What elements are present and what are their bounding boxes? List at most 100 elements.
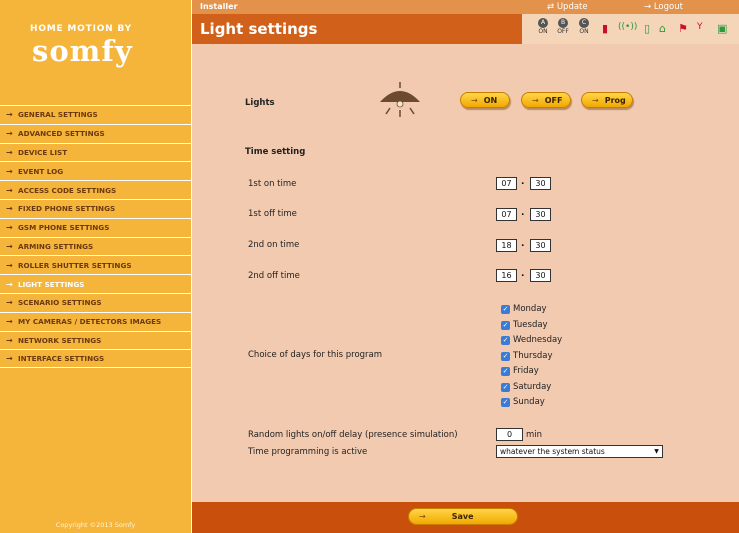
save-button[interactable]: → Save: [408, 508, 518, 525]
day-sunday-checkbox[interactable]: ✓ Sunday: [501, 397, 545, 407]
zone-a-status: A ON: [534, 18, 552, 35]
sidebar-item-label: INTERFACE SETTINGS: [18, 354, 105, 364]
chevron-down-icon: ▼: [654, 448, 659, 455]
first-off-hour-input[interactable]: 07: [496, 208, 517, 221]
sidebar-item-label: ADVANCED SETTINGS: [18, 129, 105, 139]
zone-b-status: B OFF: [554, 18, 572, 35]
sidebar-item-event-log[interactable]: → EVENT LOG: [0, 161, 191, 180]
day-label: Sunday: [513, 397, 545, 407]
second-on-hour-input[interactable]: 18: [496, 239, 517, 252]
sidebar-item-fixed-phone-settings[interactable]: → FIXED PHONE SETTINGS: [0, 198, 191, 218]
second-off-minute-input[interactable]: 30: [530, 269, 551, 282]
zone-c-status: C ON: [575, 18, 593, 35]
time-separator: .: [521, 239, 525, 249]
phone-icon: ▯: [644, 22, 651, 35]
arrow-right-icon: →: [6, 204, 13, 214]
zone-a-icon: A: [538, 18, 548, 28]
first-on-time-label: 1st on time: [248, 179, 297, 189]
arrow-right-icon: →: [6, 129, 13, 139]
status-icons: A ON B OFF C ON ▮ ((•)) ▯ ⌂ ⚑ Y ▣: [522, 14, 739, 44]
arrow-right-icon: →: [532, 95, 539, 105]
somfy-logo: somfy: [32, 34, 133, 68]
sync-icon: ⇄: [547, 2, 557, 12]
time-separator: .: [521, 269, 525, 279]
sidebar-item-scenario-settings[interactable]: → SCENARIO SETTINGS: [0, 292, 191, 312]
zone-b-state: OFF: [557, 28, 569, 35]
day-label: Saturday: [513, 382, 552, 392]
user-role: Installer: [200, 2, 238, 11]
day-monday-checkbox[interactable]: ✓ Monday: [501, 304, 547, 314]
sidebar-item-label: SCENARIO SETTINGS: [18, 298, 102, 308]
arrow-right-icon: →: [592, 95, 599, 105]
lights-off-label: OFF: [544, 95, 563, 105]
sidebar-item-network-settings[interactable]: → NETWORK SETTINGS: [0, 330, 191, 350]
day-label: Thursday: [513, 351, 553, 361]
sidebar-item-access-code-settings[interactable]: → ACCESS CODE SETTINGS: [0, 180, 191, 199]
random-delay-input[interactable]: 0: [496, 428, 523, 441]
sidebar-item-gsm-phone-settings[interactable]: → GSM PHONE SETTINGS: [0, 217, 191, 237]
sidebar-item-label: NETWORK SETTINGS: [18, 335, 102, 345]
second-off-hour-input[interactable]: 16: [496, 269, 517, 282]
top-bar: Installer ⇄ Update → Logout: [192, 0, 739, 14]
day-wednesday-checkbox[interactable]: ✓ Wednesday: [501, 335, 562, 345]
sidebar-item-label: EVENT LOG: [18, 166, 64, 176]
sidebar-item-arming-settings[interactable]: → ARMING SETTINGS: [0, 236, 191, 256]
first-off-minute-input[interactable]: 30: [530, 208, 551, 221]
zone-b-icon: B: [558, 18, 568, 28]
sidebar-item-advanced-settings[interactable]: → ADVANCED SETTINGS: [0, 123, 191, 143]
lights-off-button[interactable]: → OFF: [521, 92, 571, 108]
sidebar: HOME MOTION BY somfy → GENERAL SETTINGS →…: [0, 0, 191, 533]
lights-on-button[interactable]: → ON: [460, 92, 510, 108]
update-link[interactable]: ⇄ Update: [547, 2, 588, 12]
day-saturday-checkbox[interactable]: ✓ Saturday: [501, 382, 551, 392]
sidebar-item-my-cameras[interactable]: → MY CAMERAS / DETECTORS IMAGES: [0, 311, 191, 331]
lights-on-label: ON: [483, 95, 498, 105]
arrow-right-icon: →: [644, 2, 654, 12]
sidebar-item-interface-settings[interactable]: → INTERFACE SETTINGS: [0, 349, 191, 369]
checkmark-icon: ✓: [501, 351, 510, 361]
footer-bar: → Save: [192, 502, 739, 533]
random-delay-unit: min: [526, 430, 543, 440]
arrow-right-icon: →: [6, 110, 13, 120]
device-icon: ▣: [717, 22, 728, 35]
checkmark-icon: ✓: [501, 320, 510, 330]
time-setting-heading: Time setting: [245, 147, 306, 157]
checkmark-icon: ✓: [501, 397, 510, 407]
programming-label: Time programming is active: [248, 447, 368, 457]
first-on-minute-input[interactable]: 30: [530, 177, 551, 190]
sidebar-item-device-list[interactable]: → DEVICE LIST: [0, 142, 191, 162]
day-friday-checkbox[interactable]: ✓ Friday: [501, 366, 539, 376]
sidebar-item-label: ACCESS CODE SETTINGS: [18, 185, 117, 195]
battery-icon: ▮: [602, 22, 609, 35]
arrow-right-icon: →: [6, 185, 13, 195]
sidebar-item-label: FIXED PHONE SETTINGS: [18, 204, 116, 214]
first-off-time-label: 1st off time: [248, 209, 297, 219]
first-on-hour-input[interactable]: 07: [496, 177, 517, 190]
brand-logo: HOME MOTION BY somfy: [0, 0, 191, 104]
sidebar-item-label: DEVICE LIST: [18, 147, 68, 157]
checkmark-icon: ✓: [501, 335, 510, 345]
lights-prog-button[interactable]: → Prog: [581, 92, 633, 108]
ceiling-lamp-icon: [380, 82, 420, 117]
programming-select[interactable]: whatever the system status ▼: [496, 445, 663, 458]
day-thursday-checkbox[interactable]: ✓ Thursday: [501, 351, 553, 361]
sidebar-menu: → GENERAL SETTINGS → ADVANCED SETTINGS → DE…: [0, 105, 191, 369]
arrow-right-icon: →: [6, 279, 13, 289]
sidebar-item-light-settings[interactable]: → LIGHT SETTINGS: [0, 274, 191, 293]
checkmark-icon: ✓: [501, 366, 510, 376]
time-separator: .: [521, 177, 525, 187]
second-on-minute-input[interactable]: 30: [530, 239, 551, 252]
time-separator: .: [521, 208, 525, 218]
sidebar-item-general-settings[interactable]: → GENERAL SETTINGS: [0, 105, 191, 124]
lights-label: Lights: [245, 98, 275, 108]
day-tuesday-checkbox[interactable]: ✓ Tuesday: [501, 320, 548, 330]
main-content: Lights → ON → OFF → Prog Time setting 1st o…: [192, 44, 739, 502]
days-label: Choice of days for this program: [248, 350, 383, 360]
sidebar-item-label: GSM PHONE SETTINGS: [18, 223, 110, 233]
update-label: Update: [556, 2, 588, 12]
arrow-right-icon: →: [419, 512, 426, 521]
logout-link[interactable]: → Logout: [644, 2, 683, 12]
zone-c-state: ON: [579, 28, 589, 35]
title-bar: Light settings A ON B OFF C ON ▮ ((•)) ▯…: [192, 14, 739, 44]
sidebar-item-roller-shutter-settings[interactable]: → ROLLER SHUTTER SETTINGS: [0, 255, 191, 274]
